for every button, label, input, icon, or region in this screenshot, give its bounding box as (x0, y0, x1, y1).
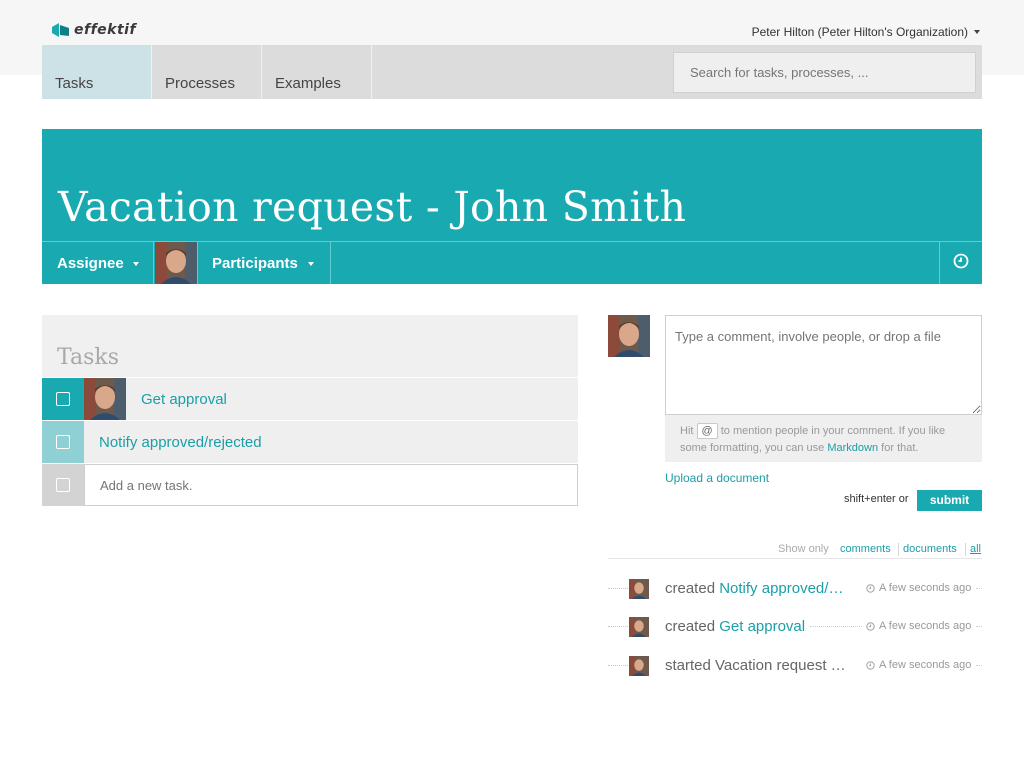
subtasks-heading: Tasks (57, 345, 119, 370)
task-checkbox[interactable] (42, 421, 84, 463)
hint-prefix: Hit (680, 425, 694, 437)
filter-all[interactable]: all (970, 543, 981, 555)
add-task-checkbox (42, 464, 84, 506)
page-title[interactable]: Vacation request - John Smith (58, 183, 686, 231)
divider (608, 665, 628, 666)
assignee-dropdown[interactable]: Assignee (42, 242, 154, 284)
task-assignee-avatar[interactable] (84, 378, 126, 420)
activity-object-link[interactable]: Vacation request … (715, 657, 846, 674)
divider (608, 588, 628, 589)
hint-suffix: for that. (881, 442, 919, 454)
filter-documents[interactable]: documents (903, 543, 957, 555)
clock-icon (866, 621, 875, 631)
activity-time: A few seconds ago (879, 620, 972, 632)
activity-object-link[interactable]: Get approval (719, 618, 805, 635)
history-button[interactable] (939, 242, 982, 284)
activity-text: started Vacation request … (665, 657, 846, 674)
tab-processes[interactable]: Processes (152, 45, 262, 99)
participants-label: Participants (212, 255, 298, 272)
filter-comments[interactable]: comments (840, 543, 891, 555)
activity-timestamp: A few seconds ago (866, 582, 971, 594)
filter-label: Show only (778, 543, 829, 555)
task-title-link[interactable]: Notify approved/rejected (99, 434, 262, 451)
activity-item: started Vacation request … A few seconds… (608, 655, 982, 677)
assignee-label: Assignee (57, 255, 124, 272)
activity-verb: created (665, 580, 716, 597)
avatar (629, 579, 649, 599)
divider (608, 626, 628, 627)
chevron-down-icon (974, 30, 980, 34)
chevron-down-icon (308, 262, 314, 266)
divider (976, 626, 982, 627)
activity-time: A few seconds ago (879, 582, 972, 594)
user-menu-label: Peter Hilton (Peter Hilton's Organizatio… (751, 25, 968, 39)
task-header-toolbar: Assignee Participants (42, 241, 982, 284)
avatar (629, 656, 649, 676)
current-user-avatar (608, 315, 650, 357)
comment-hint: Hit @ to mention people in your comment.… (665, 415, 982, 462)
activity-timestamp: A few seconds ago (866, 620, 971, 632)
logo-wordmark: effektif (74, 22, 137, 38)
task-header: Vacation request - John Smith Assignee P… (42, 129, 982, 284)
task-checkbox[interactable] (42, 378, 84, 420)
tab-tasks[interactable]: Tasks (42, 45, 152, 99)
divider (976, 665, 982, 666)
subtasks-panel: Tasks Get approval Notify approved/rejec… (42, 315, 578, 506)
chevron-down-icon (133, 262, 139, 266)
comment-input[interactable] (665, 315, 982, 415)
activity-time: A few seconds ago (879, 659, 972, 671)
task-row: Notify approved/rejected (42, 421, 578, 463)
participants-dropdown[interactable]: Participants (197, 242, 331, 284)
activity-verb: started (665, 657, 711, 674)
add-task-row (42, 464, 578, 506)
clock-icon (953, 253, 969, 274)
activity-verb: created (665, 618, 716, 635)
user-menu[interactable]: Peter Hilton (Peter Hilton's Organizatio… (752, 25, 980, 39)
assignee-avatar[interactable] (155, 242, 197, 284)
activity-text: created Notify approved/… (665, 580, 843, 597)
divider (810, 626, 862, 627)
checkbox-icon (56, 478, 70, 492)
tab-examples[interactable]: Examples (262, 45, 372, 99)
divider (976, 588, 982, 589)
markdown-link[interactable]: Markdown (827, 442, 878, 454)
brand-logo[interactable]: effektif (52, 22, 136, 38)
activity-object-link[interactable]: Notify approved/… (719, 580, 843, 597)
main-nav: Tasks Processes Examples (42, 45, 982, 99)
checkbox-icon (56, 435, 70, 449)
activity-timestamp: A few seconds ago (866, 659, 971, 671)
activity-text: created Get approval (665, 618, 805, 635)
activity-item: created Notify approved/… A few seconds … (608, 578, 982, 600)
search-input[interactable] (673, 52, 976, 93)
submit-button[interactable]: submit (917, 490, 982, 511)
clock-icon (866, 583, 875, 593)
activity-filter: Show only comments documents all (608, 543, 982, 559)
task-title-link[interactable]: Get approval (141, 391, 227, 408)
upload-document-link[interactable]: Upload a document (665, 471, 769, 485)
filter-divider (898, 543, 899, 556)
clock-icon (866, 660, 875, 670)
subtasks-header: Tasks (42, 315, 578, 377)
add-task-input[interactable] (84, 464, 578, 506)
submit-shortcut-hint: shift+enter or (844, 493, 909, 505)
activity-item: created Get approval A few seconds ago (608, 616, 982, 638)
checkbox-icon (56, 392, 70, 406)
task-row: Get approval (42, 378, 578, 420)
logo-mark-icon (52, 23, 70, 37)
mention-key: @ (696, 423, 718, 439)
avatar (629, 617, 649, 637)
filter-divider (965, 543, 966, 556)
